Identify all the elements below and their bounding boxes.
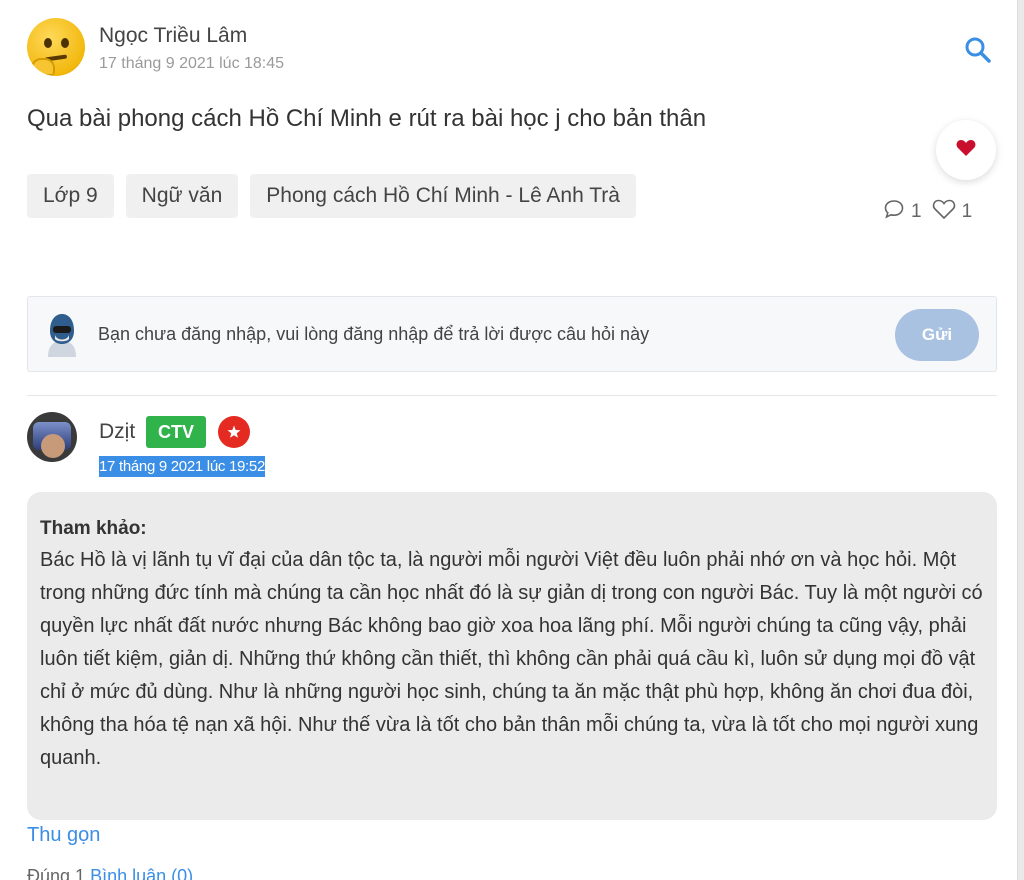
answer-content: Tham khảo: Bác Hồ là vị lãnh tụ vĩ đại c… [27, 492, 997, 820]
like-count: 1 [961, 201, 973, 222]
comments-link[interactable]: Bình luận (0) [90, 866, 193, 880]
post-time: 17 tháng 9 2021 lúc 18:45 [99, 55, 285, 72]
answer-footer: Đúng 1 Bình luận (0) [27, 866, 193, 880]
scrollbar[interactable] [1018, 0, 1024, 880]
heart-icon [956, 139, 976, 162]
answer-time: 17 tháng 9 2021 lúc 19:52 [99, 456, 265, 477]
tag-list: Lớp 9 Ngữ văn Phong cách Hồ Chí Minh - L… [27, 174, 636, 218]
collapse-link[interactable]: Thu gọn [27, 824, 100, 847]
comment-icon [883, 198, 905, 226]
search-icon[interactable] [962, 34, 994, 66]
comment-count: 1 [911, 201, 922, 222]
tag-grade[interactable]: Lớp 9 [27, 174, 114, 218]
page-frame: Ngọc Triều Lâm 17 tháng 9 2021 lúc 18:45… [0, 0, 1018, 880]
tag-subject[interactable]: Ngữ văn [125, 174, 239, 218]
heart-outline-icon [932, 198, 956, 226]
author-avatar[interactable] [27, 18, 85, 76]
answer-heading: Tham khảo: [40, 518, 147, 539]
answerer-name[interactable]: Dzịt [99, 420, 135, 444]
post-stats: 1 1 [883, 198, 982, 226]
question-text: Qua bài phong cách Hồ Chí Minh e rút ra … [27, 105, 707, 132]
star-icon [218, 416, 250, 448]
hacker-avatar-icon [42, 311, 82, 359]
answerer-avatar[interactable] [27, 412, 77, 462]
answer-body: Bác Hồ là vị lãnh tụ vĩ đại của dân tộc … [40, 549, 983, 769]
ctv-badge: CTV [146, 416, 206, 448]
login-prompt: Bạn chưa đăng nhập, vui lòng đăng nhập đ… [27, 296, 997, 372]
author-name[interactable]: Ngọc Triều Lâm [99, 24, 247, 48]
tag-lesson[interactable]: Phong cách Hồ Chí Minh - Lê Anh Trà [250, 174, 636, 218]
login-prompt-text: Bạn chưa đăng nhập, vui lòng đăng nhập đ… [98, 324, 650, 344]
divider [27, 395, 997, 396]
send-button[interactable]: Gửi [895, 309, 979, 361]
correct-count[interactable]: Đúng 1 [27, 866, 85, 880]
comment-count-button[interactable]: 1 [883, 198, 922, 226]
favorite-button[interactable] [936, 120, 996, 180]
like-count-button[interactable]: 1 [932, 198, 973, 226]
